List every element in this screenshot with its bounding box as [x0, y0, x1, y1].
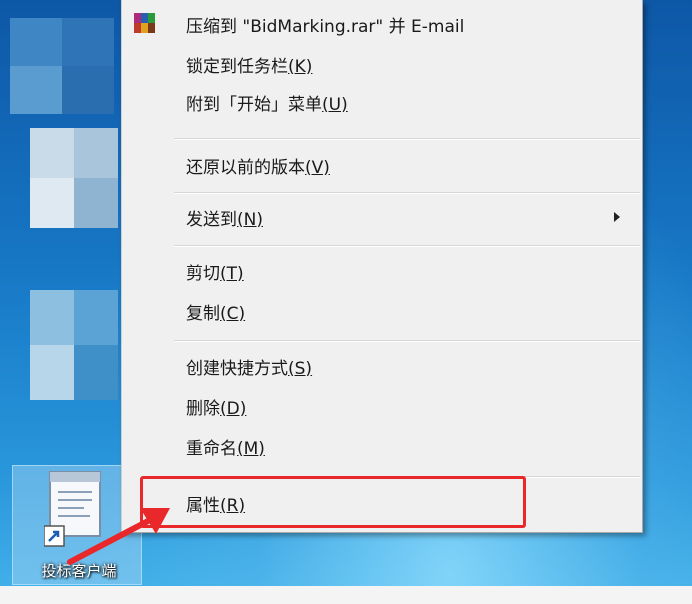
red-arrow-icon — [67, 508, 170, 565]
